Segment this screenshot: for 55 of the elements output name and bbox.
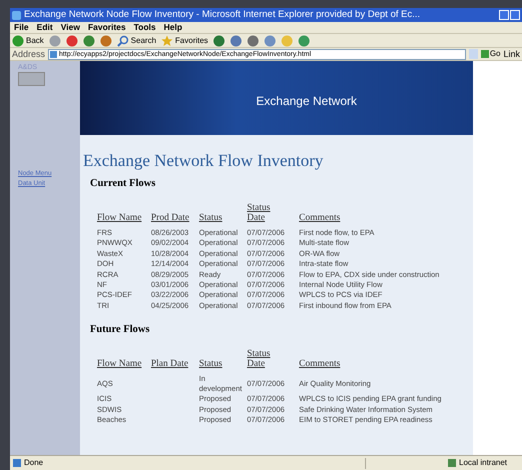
column-header[interactable]: Status Date: [247, 202, 277, 222]
go-button[interactable]: Go: [480, 50, 500, 58]
toolbar-icon: [66, 34, 78, 46]
maximize-button[interactable]: [510, 10, 520, 20]
toolbar-icon: [82, 34, 95, 46]
column-header[interactable]: Status: [199, 358, 222, 369]
section-title: Future Flows: [90, 325, 151, 336]
status-text: Done: [24, 459, 44, 467]
page-icon: [50, 50, 58, 58]
toolbar-button[interactable]: [230, 34, 242, 46]
column-header[interactable]: Status: [199, 212, 222, 222]
page-heading: Exchange Network Flow Inventory: [83, 152, 324, 169]
column-header[interactable]: Plan Date: [151, 358, 188, 369]
toolbar-button[interactable]: [264, 34, 276, 46]
toolbar-icon: [213, 34, 226, 46]
column-header[interactable]: Comments: [299, 212, 340, 222]
toolbar-icon: [298, 34, 310, 46]
column-header[interactable]: Status Date: [247, 348, 277, 369]
toolbar-icon: [230, 34, 242, 46]
zone-text: Local intranet: [459, 459, 508, 467]
column-header[interactable]: Flow Name: [97, 212, 142, 222]
toolbar-button[interactable]: [66, 34, 78, 46]
column-header[interactable]: Prod Date: [151, 212, 190, 222]
menu-item[interactable]: File: [14, 23, 29, 32]
menu-item[interactable]: Help: [164, 23, 182, 32]
toolbar-button[interactable]: [247, 34, 260, 46]
toolbar-button[interactable]: [82, 34, 95, 46]
links-label[interactable]: Link: [503, 50, 520, 58]
toolbar-button[interactable]: [213, 34, 226, 46]
toolbar-icon: [247, 34, 260, 46]
menu-item[interactable]: Favorites: [88, 23, 126, 32]
toolbar-button[interactable]: [298, 34, 310, 46]
menu-item[interactable]: Edit: [36, 23, 53, 32]
address-label: Address: [12, 50, 46, 58]
menu-item[interactable]: View: [60, 23, 80, 32]
toolbar-icon: [281, 34, 294, 46]
toolbar-icon: [100, 34, 112, 46]
logo-image: [18, 72, 45, 86]
toolbar-button[interactable]: [100, 34, 112, 46]
toolbar-icon: [264, 34, 276, 46]
network-icon: [448, 459, 456, 467]
search-icon: [116, 34, 129, 46]
page-icon: [13, 459, 21, 467]
toolbar-button[interactable]: Back: [12, 34, 44, 46]
column-header[interactable]: Flow Name: [97, 358, 142, 369]
menu-item[interactable]: Tools: [134, 23, 156, 32]
minimize-button[interactable]: [499, 10, 509, 20]
browser-icon: [12, 10, 21, 20]
column-header[interactable]: Comments: [299, 358, 340, 369]
toolbar-button[interactable]: Favorites: [161, 34, 208, 46]
window-title: Exchange Network Node Flow Inventory - Microsoft Internet Explorer provided by Dept of Ec...: [24, 10, 422, 20]
star-icon: [161, 34, 174, 46]
section-title: Current Flows: [90, 179, 156, 190]
banner-title: Exchange Network: [256, 93, 357, 110]
toolbar-button[interactable]: Search: [116, 34, 156, 46]
